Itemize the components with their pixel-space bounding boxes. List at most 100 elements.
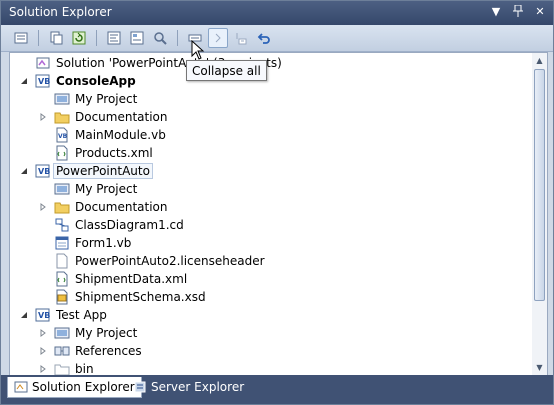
- xml-file-icon: [54, 145, 70, 161]
- tab-solution-explorer[interactable]: Solution Explorer: [7, 377, 142, 398]
- my-project-icon: [54, 91, 70, 107]
- window-title: Solution Explorer: [9, 5, 112, 19]
- collapsed-arrow-icon[interactable]: [38, 202, 48, 212]
- tree-row[interactable]: References: [38, 342, 142, 360]
- tree-row[interactable]: ClassDiagram1.cd: [38, 216, 184, 234]
- tree-row-label: ClassDiagram1.cd: [75, 218, 184, 232]
- tree-row-label: Products.xml: [75, 146, 153, 160]
- vb-file-icon: VB: [54, 127, 70, 143]
- tree-row[interactable]: VB Test App: [19, 306, 107, 324]
- tree-row-label: My Project: [75, 182, 138, 196]
- collapsed-arrow-icon[interactable]: [38, 364, 48, 374]
- tree-row[interactable]: bin: [38, 360, 94, 375]
- svg-text:VB: VB: [38, 77, 50, 86]
- tree-row[interactable]: VB PowerPointAuto: [19, 162, 153, 180]
- toolbar-separator: [96, 30, 97, 46]
- toolbar-separator: [38, 30, 39, 46]
- blank-file-icon: [54, 253, 70, 269]
- tree-row[interactable]: Documentation: [38, 108, 168, 126]
- my-project-icon: [54, 325, 70, 341]
- tree-row-label: Test App: [56, 308, 107, 322]
- vertical-scrollbar[interactable]: ▲ ▼: [532, 52, 548, 376]
- tree-row-label: My Project: [75, 92, 138, 106]
- expanded-arrow-icon[interactable]: [19, 310, 29, 320]
- show-all-files-icon[interactable]: [46, 28, 66, 48]
- collapsed-arrow-icon[interactable]: [38, 346, 48, 356]
- folder-icon: [54, 199, 70, 215]
- scroll-up-icon[interactable]: ▲: [532, 53, 547, 68]
- xsd-file-icon: [54, 289, 70, 305]
- tab-label: Server Explorer: [151, 380, 245, 394]
- tree-row[interactable]: VB MainModule.vb: [38, 126, 166, 144]
- class-diagram-icon: [54, 217, 70, 233]
- tree-row[interactable]: My Project: [38, 90, 137, 108]
- tree-row-label: ShipmentSchema.xsd: [75, 290, 206, 304]
- view-code-icon[interactable]: [104, 28, 124, 48]
- tree-row[interactable]: Form1.vb: [38, 234, 131, 252]
- pin-icon[interactable]: [511, 4, 525, 18]
- scrollbar-thumb[interactable]: [534, 69, 545, 301]
- svg-text:VB: VB: [38, 311, 50, 320]
- tree-row[interactable]: VB ConsoleApp: [19, 72, 136, 90]
- svg-text:VB: VB: [58, 133, 68, 140]
- collapsed-arrow-icon[interactable]: [38, 328, 48, 338]
- my-project-icon: [54, 181, 70, 197]
- tree-row[interactable]: Products.xml: [38, 144, 153, 162]
- refresh-icon[interactable]: [69, 28, 89, 48]
- tree-row-label: MainModule.vb: [75, 128, 166, 142]
- collapsed-arrow-icon[interactable]: [38, 112, 48, 122]
- tree-row[interactable]: PowerPointAuto2.licenseheader: [38, 252, 265, 270]
- close-icon[interactable]: ✕: [533, 4, 547, 18]
- tree-row[interactable]: ShipmentData.xml: [38, 270, 187, 288]
- folder-icon: [54, 109, 70, 125]
- tree-row-label: ConsoleApp: [56, 74, 136, 88]
- toolbar-separator: [177, 30, 178, 46]
- mouse-pointer-icon: [191, 40, 205, 60]
- scroll-down-icon[interactable]: ▼: [532, 360, 547, 375]
- toolbar: [1, 25, 553, 52]
- solution-explorer-tab-icon: [14, 380, 28, 394]
- tab-server-explorer[interactable]: Server Explorer: [127, 377, 250, 397]
- properties-icon[interactable]: [11, 28, 31, 48]
- view-class-diagram-icon[interactable]: [150, 28, 170, 48]
- view-designer-icon[interactable]: [127, 28, 147, 48]
- collapse-all-tooltip: Collapse all: [186, 60, 267, 81]
- vb-project-icon: VB: [35, 307, 51, 323]
- tree-row-label: Documentation: [75, 200, 168, 214]
- title-bar[interactable]: Solution Explorer ▼ ✕: [1, 1, 553, 25]
- tree-row[interactable]: My Project: [38, 324, 137, 342]
- tree-row-label: PowerPointAuto: [53, 163, 153, 179]
- tree-row[interactable]: My Project: [38, 180, 137, 198]
- tree-row[interactable]: Documentation: [38, 198, 168, 216]
- solution-tree[interactable]: Solution 'PowerPointAuto' (3 projects) VB…: [9, 52, 534, 376]
- tree-row-label: PowerPointAuto2.licenseheader: [75, 254, 265, 268]
- expanded-arrow-icon[interactable]: [19, 166, 29, 176]
- solution-explorer-window: Solution Explorer ▼ ✕ Solution 'PowerPoi…: [0, 0, 554, 405]
- xml-file-icon: [54, 271, 70, 287]
- filter-icon[interactable]: [231, 28, 251, 48]
- tree-row[interactable]: ShipmentSchema.xsd: [38, 288, 206, 306]
- collapse-all-icon[interactable]: [208, 28, 228, 48]
- vb-project-icon: VB: [35, 73, 51, 89]
- tree-row-label: References: [75, 344, 142, 358]
- expanded-arrow-icon[interactable]: [19, 76, 29, 86]
- folder-outline-icon: [54, 361, 70, 375]
- svg-text:VB: VB: [38, 167, 50, 176]
- tree-row-label: Form1.vb: [75, 236, 132, 250]
- server-explorer-tab-icon: [133, 380, 147, 394]
- tree-row-label: Documentation: [75, 110, 168, 124]
- tab-label: Solution Explorer: [32, 380, 135, 394]
- window-menu-icon[interactable]: ▼: [489, 4, 503, 18]
- solution-icon: [35, 55, 51, 71]
- undo-icon[interactable]: [254, 28, 274, 48]
- references-icon: [54, 343, 70, 359]
